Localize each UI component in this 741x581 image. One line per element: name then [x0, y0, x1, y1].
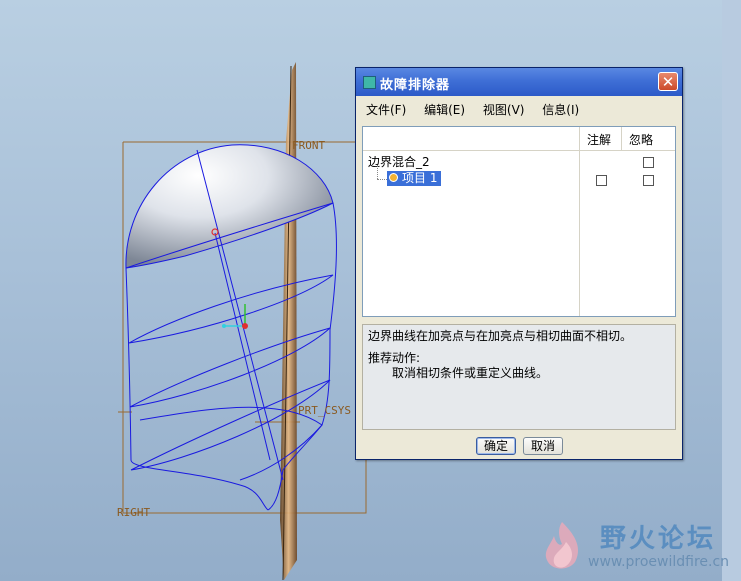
csys-datum-label: PRT_CSYS: [298, 404, 351, 417]
message-text: 边界曲线在加亮点与在加亮点与相切曲面不相切。: [368, 329, 633, 343]
watermark-url: www.proewildfire.cn: [588, 554, 730, 570]
message-panel: 边界曲线在加亮点与在加亮点与相切曲面不相切。 推荐动作: 取消相切条件或重定义曲…: [362, 324, 676, 430]
ignore-checkbox-root[interactable]: [643, 157, 654, 168]
front-datum-label: FRONT: [292, 139, 325, 152]
dialog-title: 故障排除器: [380, 78, 451, 93]
column-annotate[interactable]: 注解: [587, 131, 611, 148]
ignore-checkbox-item1[interactable]: [643, 175, 654, 186]
cancel-button[interactable]: 取消: [523, 437, 563, 455]
column-divider: [579, 127, 580, 316]
right-datum-label: RIGHT: [117, 506, 150, 519]
recommended-heading: 推荐动作:: [368, 351, 421, 365]
dialog-titlebar[interactable]: 故障排除器 ✕: [356, 68, 682, 96]
menu-info[interactable]: 信息(I): [536, 100, 585, 119]
close-button[interactable]: ✕: [658, 72, 678, 91]
viewport-edge: [722, 0, 741, 581]
watermark-name: 野火论坛: [600, 524, 717, 554]
annotate-checkbox-item1[interactable]: [596, 175, 607, 186]
menu-bar: 文件(F) 编辑(E) 视图(V) 信息(I): [360, 100, 678, 120]
app-icon: [363, 76, 376, 89]
item-status-icon: [389, 173, 398, 182]
recommended-action: 取消相切条件或重定义曲线。: [392, 366, 549, 380]
issue-tree[interactable]: 注解 忽略 边界混合_2 项目 1: [362, 126, 676, 317]
tree-connector: [377, 179, 387, 180]
menu-file[interactable]: 文件(F): [360, 100, 412, 119]
flame-logo-icon: [545, 522, 579, 569]
menu-edit[interactable]: 编辑(E): [418, 100, 471, 119]
column-ignore[interactable]: 忽略: [629, 131, 653, 148]
menu-view[interactable]: 视图(V): [477, 100, 531, 119]
site-watermark: 野火论坛 www.proewildfire.cn: [530, 514, 741, 581]
dome-surface: [125, 144, 334, 269]
ok-button[interactable]: 确定: [476, 437, 516, 455]
tree-child-label: 项目 1: [402, 171, 438, 185]
tree-child-item[interactable]: 项目 1: [387, 171, 442, 186]
tree-connector: [377, 165, 378, 179]
column-divider: [621, 127, 622, 150]
troubleshooter-dialog: 故障排除器 ✕ 文件(F) 编辑(E) 视图(V) 信息(I) 注解 忽略 边界…: [355, 67, 683, 460]
header-divider: [363, 150, 675, 151]
